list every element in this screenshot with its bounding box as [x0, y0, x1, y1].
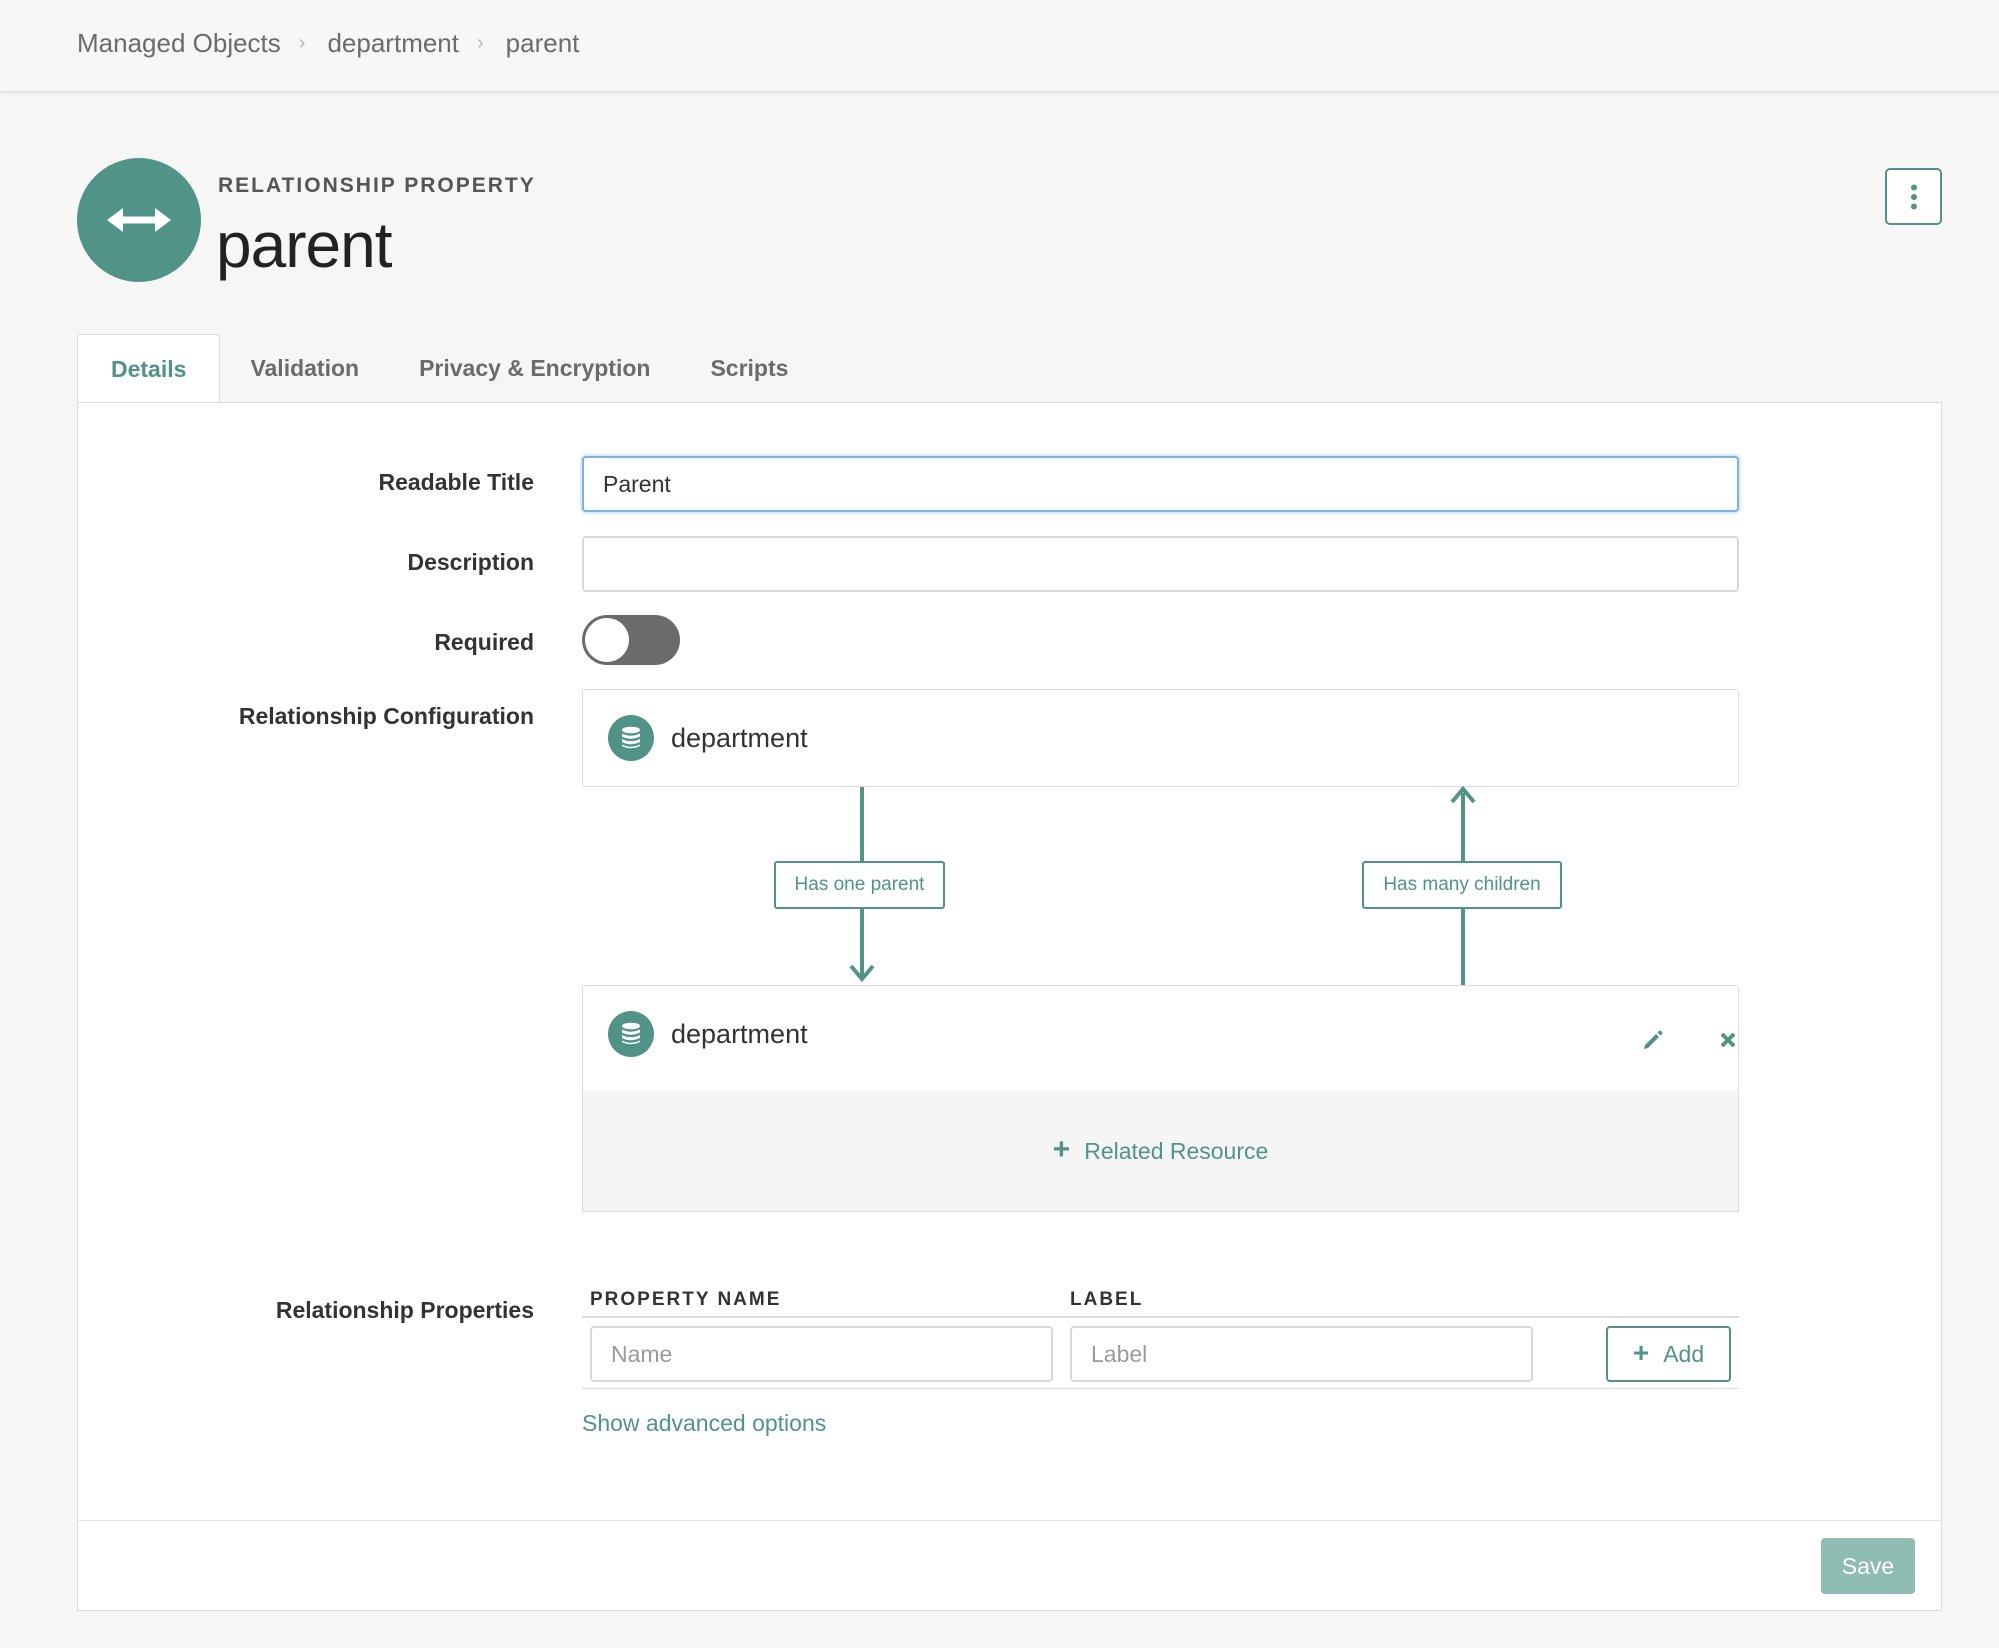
tab-privacy-encryption[interactable]: Privacy & Encryption [389, 334, 680, 403]
top-bar: Managed Objects › department › parent [0, 0, 1999, 92]
target-resource-card: department [582, 985, 1739, 1092]
readable-title-label: Readable Title [378, 469, 534, 495]
bidirectional-arrow-icon [77, 158, 201, 282]
breadcrumb-managed-objects[interactable]: Managed Objects [77, 28, 281, 59]
table-header-divider [582, 1316, 1739, 1318]
column-header-property-name: PROPERTY NAME [590, 1289, 782, 1310]
required-label: Required [434, 629, 534, 655]
readable-title-input[interactable]: Parent [582, 456, 1739, 512]
breadcrumb-parent: parent [505, 28, 580, 58]
description-input[interactable] [582, 536, 1739, 592]
has-one-parent-label: Has one parent [774, 861, 945, 909]
relationship-configuration-label: Relationship Configuration [238, 703, 534, 729]
edit-resource-button[interactable] [1636, 1023, 1670, 1057]
breadcrumb-department[interactable]: department [327, 28, 459, 59]
close-icon [1720, 1032, 1736, 1048]
plus-icon: + [1052, 1132, 1071, 1166]
page-title: parent [216, 209, 392, 281]
breadcrumb: Managed Objects › department › parent [77, 28, 579, 59]
arrow-up-icon [1450, 785, 1476, 804]
description-label: Description [407, 549, 534, 575]
panel-footer-divider [78, 1520, 1941, 1521]
source-resource-card: department [582, 689, 1739, 787]
page-eyebrow: RELATIONSHIP PROPERTY [218, 174, 536, 197]
save-button[interactable]: Save [1821, 1538, 1915, 1594]
source-resource-name: department [671, 722, 808, 753]
add-related-resource-button[interactable]: + Related Resource [582, 1091, 1739, 1212]
reverse-connector-bottom [1461, 909, 1465, 985]
target-resource-name: department [671, 1018, 808, 1049]
column-header-label: LABEL [1070, 1289, 1144, 1310]
show-advanced-options-link[interactable]: Show advanced options [582, 1410, 826, 1437]
property-name-input[interactable]: Name [590, 1326, 1053, 1382]
more-options-button[interactable] [1885, 168, 1942, 225]
has-many-children-label: Has many children [1362, 861, 1562, 909]
tab-details[interactable]: Details [77, 334, 221, 404]
tab-scripts[interactable]: Scripts [680, 334, 818, 403]
chevron-right-icon: › [298, 32, 306, 54]
add-property-label: Add [1663, 1340, 1705, 1367]
plus-icon: + [1632, 1336, 1650, 1368]
vertical-ellipsis-icon [1910, 184, 1917, 209]
database-icon [608, 1011, 654, 1057]
toggle-knob [585, 618, 629, 662]
add-property-button[interactable]: + Add [1606, 1326, 1731, 1382]
tab-bar: Details Validation Privacy & Encryption … [77, 334, 818, 404]
table-bottom-divider [582, 1388, 1739, 1389]
database-icon [608, 715, 654, 761]
arrow-down-icon [849, 964, 875, 983]
pencil-icon [1644, 1030, 1663, 1049]
required-toggle[interactable] [582, 615, 680, 665]
chevron-right-icon: › [477, 32, 484, 54]
forward-connector-top [860, 787, 864, 863]
relationship-properties-label: Relationship Properties [275, 1297, 534, 1323]
remove-resource-button[interactable] [1711, 1023, 1745, 1057]
property-label-input[interactable]: Label [1070, 1326, 1533, 1382]
add-related-resource-label: Related Resource [1084, 1137, 1269, 1164]
details-panel: Readable Title Parent Description Requir… [77, 402, 1942, 1611]
tab-validation[interactable]: Validation [220, 334, 389, 403]
